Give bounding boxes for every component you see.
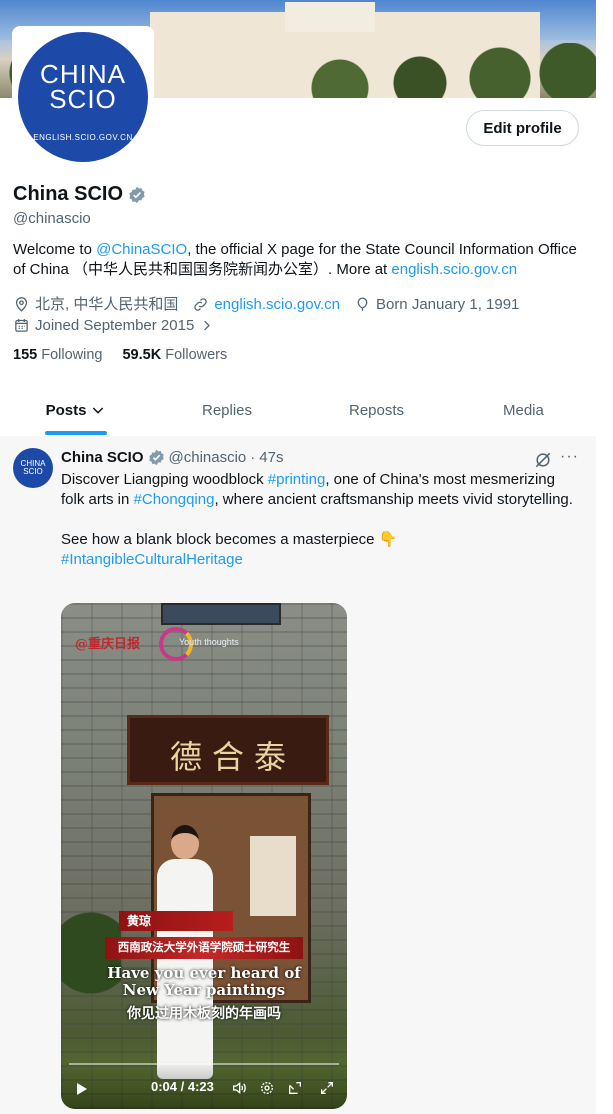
avatar-logo: CHINA SCIO ENGLISH.SCIO.GOV.CN [18,32,148,162]
caption-name: 黄琼 [119,911,233,931]
born-text: Born January 1, 1991 [375,296,520,313]
post-text-1: Discover Liangping woodblock [61,471,268,488]
video-logo-youth-text: Youth thoughts [179,637,239,647]
avatar-text-3: ENGLISH.SCIO.GOV.CN [33,132,133,142]
joined-text: Joined September 2015 [35,317,195,334]
video-logo-chongqing-daily: @重庆日报 [75,637,141,652]
avatar-text-1: CHINA [40,58,126,89]
post-video[interactable]: @重庆日报 Youth thoughts 德合泰 黄琼 西南政法大学外语学院硕士… [61,603,347,1109]
video-progress-bar[interactable] [69,1063,339,1065]
post-text-3: , where ancient craftsmanship meets vivi… [214,491,573,508]
tab-media-label: Media [503,401,544,419]
joined-item[interactable]: Joined September 2015 [13,315,214,336]
volume-icon[interactable] [231,1080,247,1096]
followers-label: Followers [165,347,228,363]
video-poster [250,836,296,916]
post-item[interactable]: CHINA SCIO China SCIO @chinascio · 47s ·… [0,436,596,1114]
profile-meta: 北京, 中华人民共和国 english.scio.gov.cn Born Jan… [13,294,593,336]
location-item: 北京, 中华人民共和国 [13,294,178,315]
website-link[interactable]: english.scio.gov.cn [214,294,340,315]
play-icon[interactable] [73,1081,89,1097]
post-separator: · [250,449,256,466]
video-window [161,603,281,625]
followers-count: 59.5K [122,347,162,363]
hashtag-heritage[interactable]: #IntangibleCulturalHeritage [61,551,243,568]
balloon-icon [357,297,368,311]
subtitle-english: Have you ever heard of New Year painting… [107,964,301,999]
bio-text-1: Welcome to [13,241,97,258]
tab-replies-label: Replies [202,401,253,419]
signboard-text: 德合泰 [170,738,297,776]
edit-profile-button[interactable]: Edit profile [466,110,579,146]
post-text: Discover Liangping woodblock #printing , … [61,470,581,570]
subtitle-chinese: 你见过用木板刻的年画吗 [127,1005,281,1021]
tab-posts-label: Posts [45,401,87,419]
chevron-down-icon [93,407,104,414]
bio-website-link[interactable]: english.scio.gov.cn [391,261,517,278]
post-author-name[interactable]: China SCIO [61,449,144,466]
link-icon [194,298,208,311]
speaker-head [171,825,199,859]
hashtag-chongqing[interactable]: #Chongqing [134,491,215,508]
banner-tower [285,2,375,32]
avatar-text-2: SCIO [49,83,117,114]
following-link[interactable]: 155 Following [13,347,102,363]
location-pin-icon [15,297,28,312]
born-item: Born January 1, 1991 [354,294,519,315]
website-item[interactable]: english.scio.gov.cn [192,294,340,315]
verified-badge-icon[interactable] [128,186,146,204]
tab-replies[interactable]: Replies [202,388,252,432]
tab-media[interactable]: Media [503,388,544,432]
caption-title: 西南政法大学外语学院硕士研究生 [105,937,303,959]
profile-handle: @chinascio [13,210,91,227]
profile-tabs: Posts Replies Reposts Media [0,388,596,436]
chevron-right-icon [204,320,211,331]
followers-link[interactable]: 59.5K Followers [122,347,227,363]
following-count: 155 [13,347,38,363]
video-time: 0:04 / 4:23 [151,1079,214,1094]
video-signboard: 德合泰 [127,715,329,785]
tab-posts[interactable]: Posts [45,388,107,435]
calendar-icon [15,319,28,332]
follow-stats: 155 Following 59.5K Followers [13,347,227,363]
post-time[interactable]: 47s [259,449,283,466]
location-text: 北京, 中华人民共和国 [35,296,179,313]
active-tab-indicator [45,431,107,435]
tab-reposts[interactable]: Reposts [349,388,404,432]
tab-reposts-label: Reposts [349,401,405,419]
post-avatar-text-2: SCIO [23,467,43,476]
post-header: China SCIO @chinascio · 47s [61,449,283,466]
verified-badge-icon [148,449,164,466]
bio-mention-link[interactable]: @ChinaSCIO [96,241,187,258]
profile-bio: Welcome to @ChinaSCIO, the official X pa… [13,240,588,280]
post-avatar[interactable]: CHINA SCIO [13,448,53,488]
post-text-4: See how a blank block becomes a masterpi… [61,531,398,548]
picture-in-picture-icon[interactable] [287,1080,303,1096]
settings-gear-icon[interactable] [259,1080,275,1096]
post-author-handle[interactable]: @chinascio [169,449,247,466]
more-options-icon[interactable]: ··· [560,448,579,466]
profile-avatar[interactable]: CHINA SCIO ENGLISH.SCIO.GOV.CN [12,26,154,168]
profile-name: China SCIO [13,183,124,205]
following-label: Following [41,347,103,363]
fullscreen-icon[interactable] [319,1080,335,1096]
profile-name-row: China SCIO [13,183,146,206]
grok-icon[interactable] [533,450,553,470]
hashtag-printing[interactable]: #printing [268,471,326,488]
